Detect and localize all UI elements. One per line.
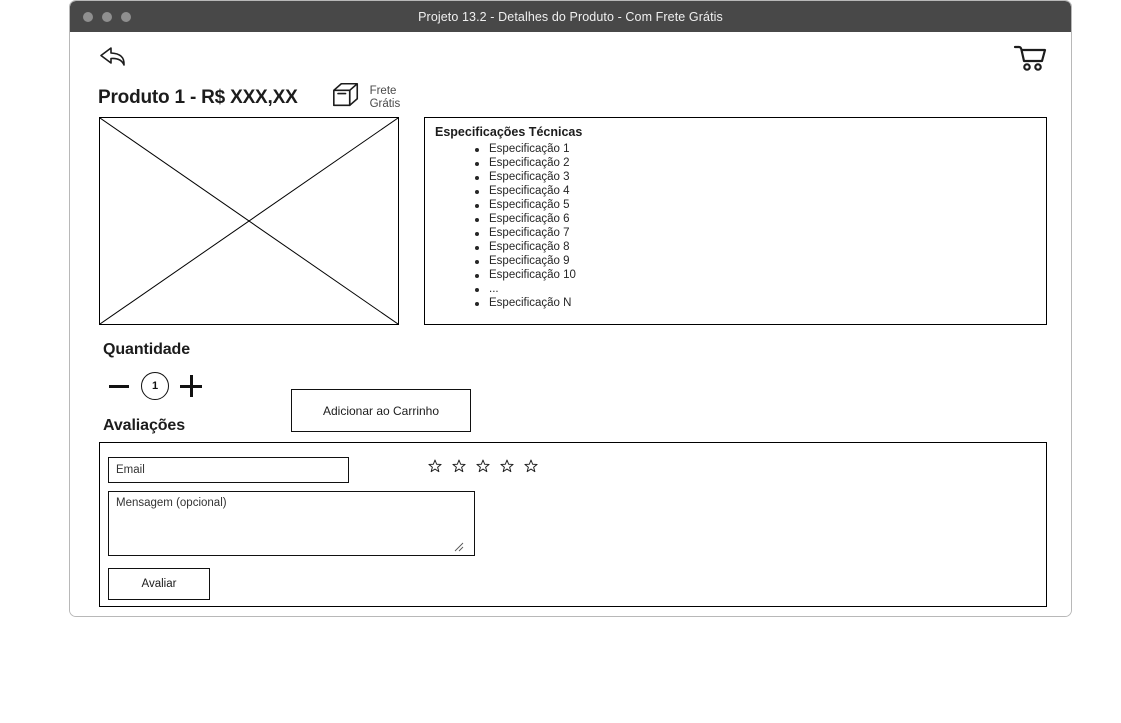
reviews-panel: Avaliar	[99, 442, 1047, 607]
star-icon[interactable]	[428, 459, 442, 473]
shopping-cart-icon[interactable]	[1011, 42, 1049, 78]
submit-review-button[interactable]: Avaliar	[108, 568, 210, 600]
window-titlebar: Projeto 13.2 - Detalhes do Produto - Com…	[70, 1, 1071, 32]
quantity-decrement-button[interactable]	[103, 370, 135, 402]
list-item: Especificação 3	[475, 170, 1036, 184]
specs-list: Especificação 1 Especificação 2 Especifi…	[435, 142, 1036, 310]
list-item: Especificação 1	[475, 142, 1036, 156]
star-icon[interactable]	[524, 459, 538, 473]
back-arrow-icon[interactable]	[98, 42, 132, 72]
list-item: Especificação 2	[475, 156, 1036, 170]
window-title: Projeto 13.2 - Detalhes do Produto - Com…	[418, 9, 723, 24]
minimize-dot[interactable]	[102, 11, 112, 22]
reviews-heading: Avaliações	[103, 417, 186, 434]
list-item: Especificação 10	[475, 268, 1036, 282]
star-rating	[428, 459, 538, 473]
quantity-value[interactable]: 1	[141, 372, 169, 400]
page-title: Produto 1 - R$ XXX,XX	[98, 86, 298, 108]
email-field[interactable]	[108, 457, 349, 483]
package-box-icon	[330, 80, 362, 115]
list-item: Especificação 6	[475, 212, 1036, 226]
list-item: Especificação 8	[475, 240, 1036, 254]
free-shipping-badge: Frete Grátis	[330, 80, 401, 115]
app-window: Projeto 13.2 - Detalhes do Produto - Com…	[69, 0, 1072, 617]
maximize-dot[interactable]	[121, 11, 131, 22]
list-item: Especificação 9	[475, 254, 1036, 268]
window-controls	[83, 1, 131, 32]
message-field[interactable]	[108, 491, 475, 556]
list-item: Especificação N	[475, 296, 1036, 310]
star-icon[interactable]	[500, 459, 514, 473]
add-to-cart-button[interactable]: Adicionar ao Carrinho	[291, 389, 471, 432]
product-header: Produto 1 - R$ XXX,XX Frete Grátis	[98, 80, 400, 115]
technical-specs-panel: Especificações Técnicas Especificação 1 …	[424, 117, 1047, 325]
page-body: Produto 1 - R$ XXX,XX Frete Grátis Espec…	[70, 32, 1071, 616]
list-item: ...	[475, 282, 1036, 296]
list-item: Especificação 5	[475, 198, 1036, 212]
quantity-increment-button[interactable]	[175, 370, 207, 402]
product-image-placeholder[interactable]	[99, 117, 399, 325]
specs-title: Especificações Técnicas	[435, 125, 583, 139]
star-icon[interactable]	[452, 459, 466, 473]
quantity-stepper: 1	[103, 370, 207, 402]
quantity-heading: Quantidade	[103, 341, 191, 358]
list-item: Especificação 7	[475, 226, 1036, 240]
star-icon[interactable]	[476, 459, 490, 473]
list-item: Especificação 4	[475, 184, 1036, 198]
close-dot[interactable]	[83, 11, 93, 22]
freight-label-line1: Frete	[369, 84, 397, 97]
freight-label-line2: Grátis	[369, 97, 401, 110]
